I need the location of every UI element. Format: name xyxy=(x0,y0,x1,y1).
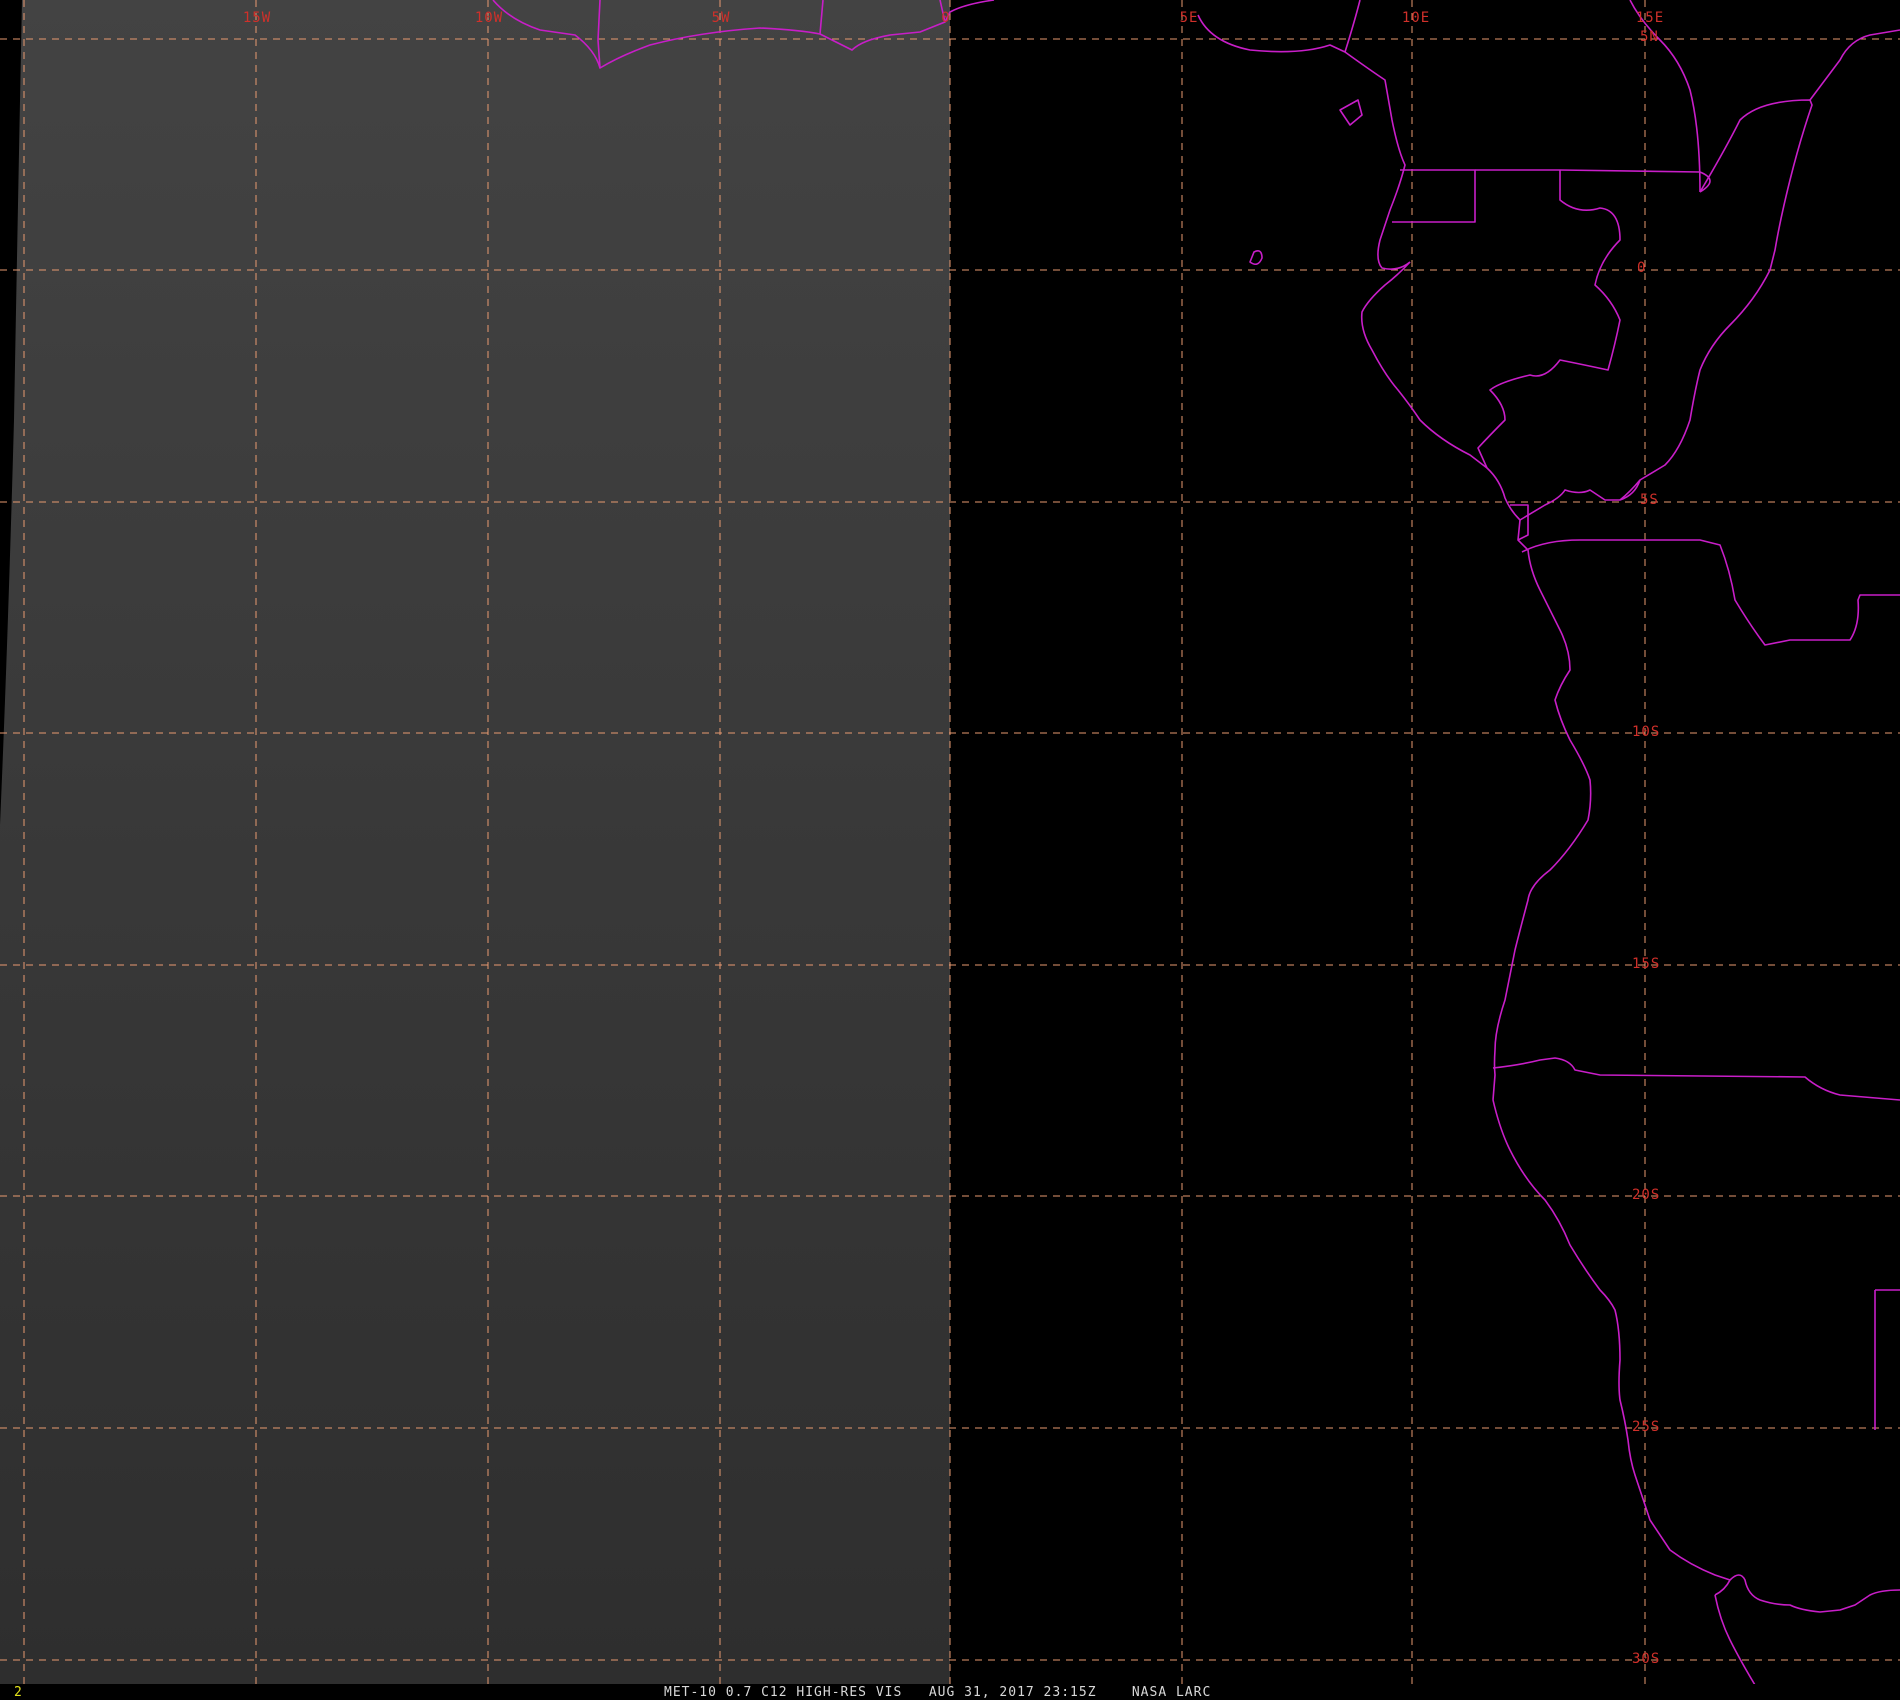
product-name: MET-10 0.7 C12 HIGH-RES VIS xyxy=(664,1685,903,1700)
lat-label-10s: 10S xyxy=(1632,724,1661,740)
lon-label-5e: 5E xyxy=(1179,10,1199,26)
lat-label-5n: 5N xyxy=(1640,29,1659,45)
lat-label-0: 0 xyxy=(1637,260,1647,276)
lon-label-15w: 15W xyxy=(242,10,272,26)
daylight-region xyxy=(0,0,950,1686)
lon-label-10e: 10E xyxy=(1401,10,1431,26)
satellite-map xyxy=(0,0,1900,1700)
lat-label-20s: 20S xyxy=(1632,1187,1661,1203)
lon-label-0: 0 xyxy=(941,10,951,26)
frame-number: 2 xyxy=(14,1685,22,1700)
lon-label-5w: 5W xyxy=(711,10,731,26)
lon-label-10w: 10W xyxy=(474,10,504,26)
image-caption: MET-10 0.7 C12 HIGH-RES VIS AUG 31, 2017… xyxy=(664,1685,1211,1700)
credit-label: NASA LARC xyxy=(1131,1685,1212,1700)
lat-label-25s: 25S xyxy=(1632,1419,1661,1435)
image-datetime: AUG 31, 2017 23:15Z xyxy=(928,1685,1097,1700)
lat-label-30s: 30S xyxy=(1632,1651,1661,1667)
lon-label-15e: 15E xyxy=(1635,10,1665,26)
lat-label-5s: 5S xyxy=(1640,492,1659,508)
lat-label-15s: 15S xyxy=(1632,956,1661,972)
